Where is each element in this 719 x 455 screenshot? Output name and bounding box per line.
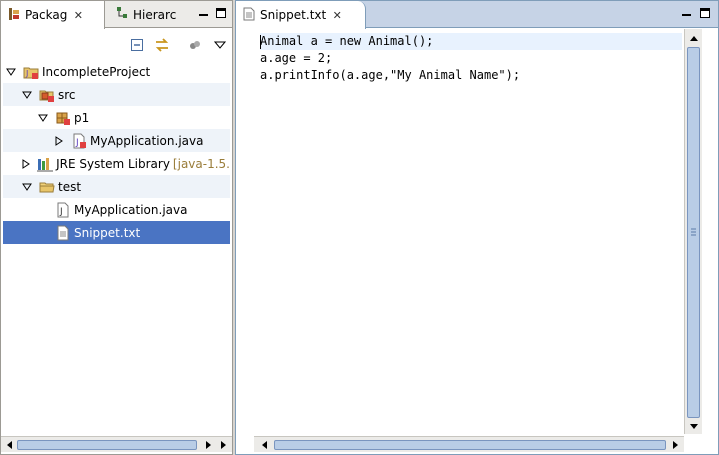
expanded-twisty-icon[interactable]: [37, 112, 49, 124]
svg-text:J: J: [59, 207, 63, 217]
editor-ruler: [236, 29, 254, 434]
collapse-all-button[interactable]: [129, 37, 145, 53]
file-icon: J: [55, 202, 71, 218]
editor-tab-label: Snippet.txt: [260, 8, 327, 22]
code-line[interactable]: Animal a = new Animal();: [260, 33, 682, 50]
tree-item-label: test: [58, 179, 82, 194]
arrow-up-icon: [689, 35, 698, 41]
package-icon: [55, 110, 71, 126]
scroll-up-button[interactable]: [687, 32, 700, 45]
tree-item-label: MyApplication.java: [90, 133, 204, 148]
package-explorer-icon: [7, 7, 21, 24]
package-explorer-toolbar: [1, 29, 232, 59]
scroll-left-button[interactable]: [258, 438, 271, 451]
maximize-icon: [216, 8, 226, 18]
view-menu-button[interactable]: [212, 37, 228, 53]
text-file-icon: [55, 225, 71, 241]
editor-vscrollbar[interactable]: [684, 29, 702, 434]
arrow-right-icon: [220, 440, 226, 449]
source-folder-icon: [39, 87, 55, 103]
hierarchy-icon: [115, 6, 129, 23]
java-project-icon: J: [23, 64, 39, 80]
tree-item-test[interactable]: test: [3, 175, 230, 198]
tab-hierarchy-label: Hierarc: [133, 7, 177, 22]
tree-item-label: IncompleteProject: [42, 64, 151, 79]
minimize-icon: [198, 14, 208, 16]
svg-text:J: J: [25, 69, 28, 78]
text-editor-view: Snippet.txt ✕ Animal a = new Animal(); a…: [235, 0, 719, 455]
collapse-all-icon: [131, 39, 143, 51]
tree-item-snippet-txt[interactable]: Snippet.txt: [3, 221, 230, 244]
tab-package-explorer[interactable]: Packag ✕: [1, 1, 105, 29]
expanded-twisty-icon[interactable]: [21, 181, 33, 193]
tree-item-label: src: [58, 87, 76, 102]
tree-item-jre-system-library[interactable]: JRE System Library [java-1.5.: [3, 152, 230, 175]
tree-item-test-myapplication-java[interactable]: J MyApplication.java: [3, 198, 230, 221]
expanded-twisty-icon[interactable]: [5, 66, 17, 78]
folder-icon: [39, 179, 55, 195]
tree-item-src[interactable]: src: [3, 83, 230, 106]
editor-text-area[interactable]: Animal a = new Animal(); a.age = 2; a.pr…: [236, 29, 684, 434]
code-line[interactable]: a.age = 2;: [260, 50, 682, 67]
scroll-left-button[interactable]: [3, 438, 16, 451]
tree-item-label: JRE System Library: [56, 156, 170, 171]
tree-item-label: Snippet.txt: [74, 225, 141, 240]
package-explorer-view: Packag ✕ Hierarc J IncompleteProject src…: [0, 0, 233, 455]
maximize-button[interactable]: [699, 7, 711, 19]
grip-icon: [691, 228, 696, 236]
maximize-button[interactable]: [215, 7, 227, 19]
editor-tabbar: Snippet.txt ✕: [236, 1, 718, 29]
collapsed-twisty-icon[interactable]: [53, 135, 65, 147]
tab-hierarchy[interactable]: Hierarc: [109, 1, 185, 28]
close-icon[interactable]: ✕: [73, 9, 83, 22]
scroll-thumb[interactable]: [274, 440, 666, 450]
scroll-right-button[interactable]: [668, 438, 681, 451]
text-caret: [260, 35, 261, 49]
code-line[interactable]: a.printInfo(a.age,"My Animal Name");: [260, 67, 682, 84]
tree-item-label: MyApplication.java: [74, 202, 188, 217]
arrow-left-icon: [6, 440, 12, 449]
minimize-icon: [681, 14, 691, 16]
svg-text:J: J: [75, 138, 79, 148]
arrow-right-icon: [672, 440, 678, 449]
library-icon: [37, 156, 54, 172]
java-file-icon: J: [71, 133, 87, 149]
scroll-thumb[interactable]: [17, 440, 197, 450]
link-with-editor-icon: [155, 38, 169, 52]
package-explorer-tabbar: Packag ✕ Hierarc: [1, 1, 232, 29]
tab-package-explorer-label: Packag: [25, 8, 68, 22]
chevron-down-icon: [214, 41, 226, 49]
tree-item-package-p1[interactable]: p1: [3, 106, 230, 129]
tree-item-label: p1: [74, 110, 90, 125]
tree-item-decoration: [java-1.5.: [172, 156, 230, 171]
focus-task-icon: [190, 41, 200, 49]
scroll-thumb[interactable]: [687, 47, 700, 418]
link-with-editor-button[interactable]: [154, 37, 170, 53]
arrow-down-icon: [689, 423, 698, 429]
expanded-twisty-icon[interactable]: [21, 89, 33, 101]
project-tree[interactable]: J IncompleteProject src p1 J MyApplicati…: [1, 59, 232, 434]
close-icon[interactable]: ✕: [332, 9, 342, 22]
code-block[interactable]: Animal a = new Animal(); a.age = 2; a.pr…: [260, 33, 682, 84]
text-file-icon: [242, 7, 256, 24]
minimize-button[interactable]: [197, 7, 209, 19]
package-explorer-hscrollbar[interactable]: [1, 436, 232, 452]
minimize-button[interactable]: [680, 7, 692, 19]
scroll-right-button[interactable]: [201, 438, 214, 451]
collapsed-twisty-icon[interactable]: [20, 158, 31, 170]
arrow-left-icon: [261, 440, 267, 449]
tab-snippet-txt[interactable]: Snippet.txt ✕: [236, 1, 366, 29]
scroll-right-button-2[interactable]: [216, 438, 229, 451]
tree-item-project[interactable]: J IncompleteProject: [3, 60, 230, 83]
focus-on-active-task-button[interactable]: [187, 37, 203, 53]
maximize-icon: [700, 8, 710, 18]
scroll-down-button[interactable]: [687, 419, 700, 432]
arrow-right-icon: [205, 440, 211, 449]
tree-item-myapplication-java[interactable]: J MyApplication.java: [3, 129, 230, 152]
editor-hscrollbar[interactable]: [254, 436, 684, 452]
